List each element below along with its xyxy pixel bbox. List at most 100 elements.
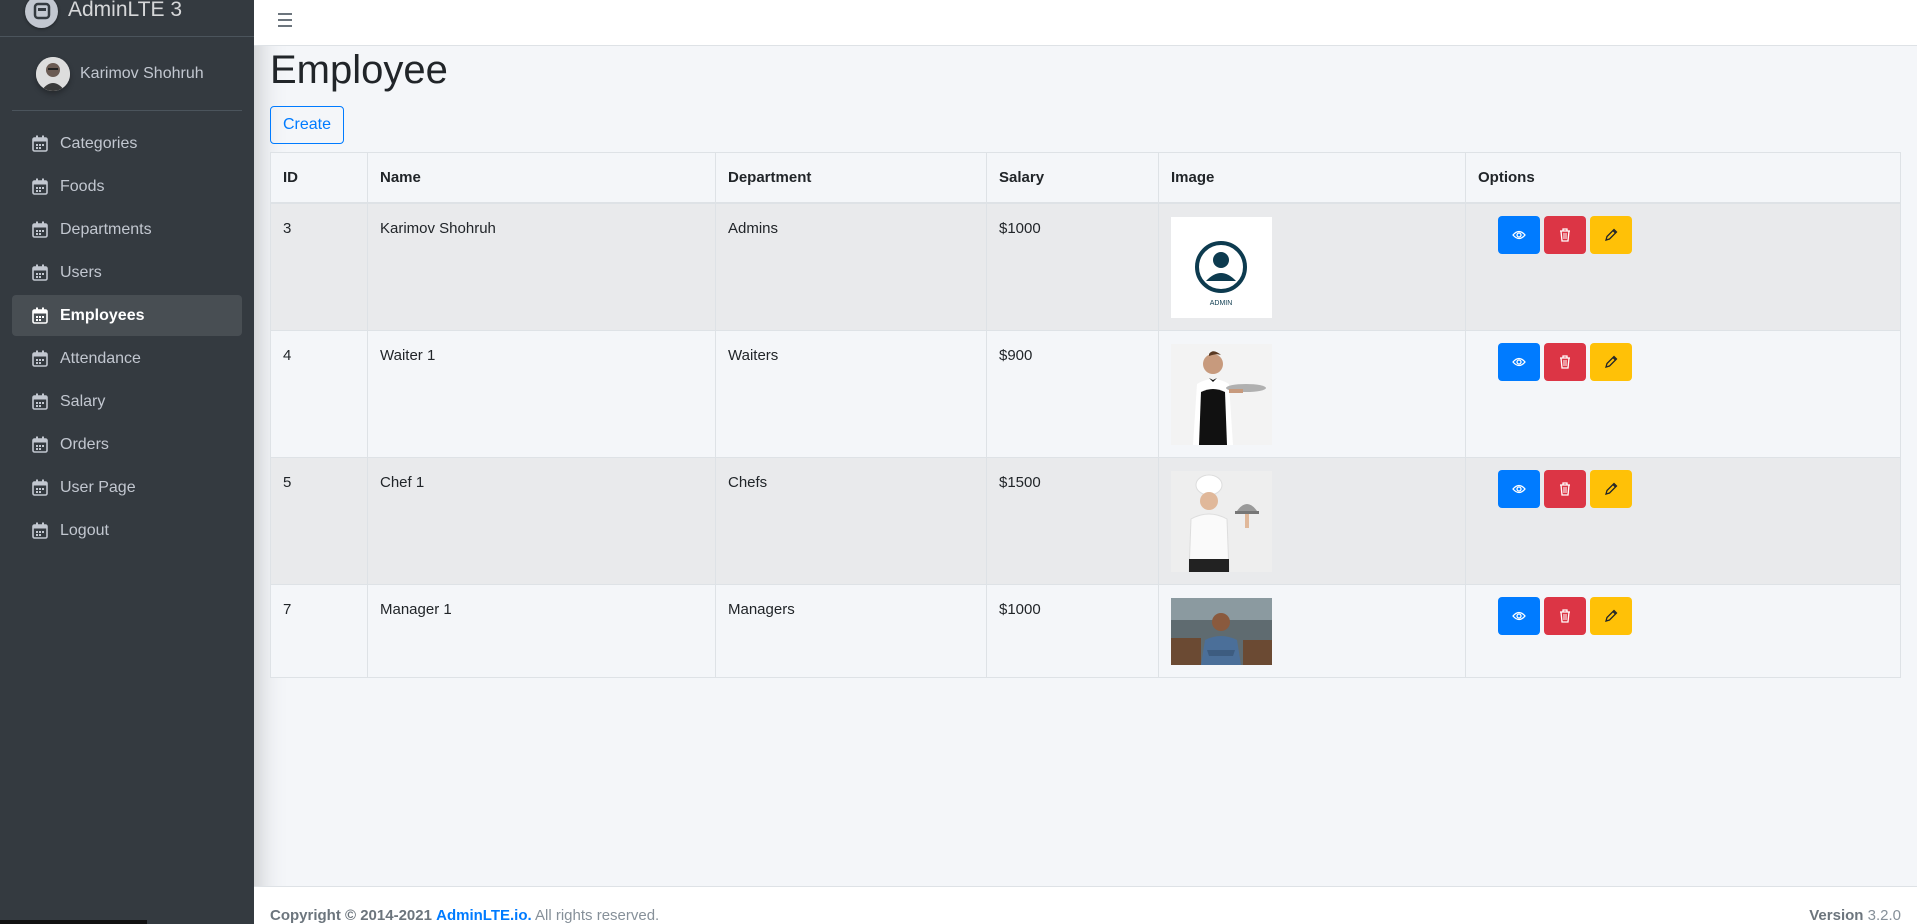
cell-id: 3 bbox=[270, 202, 368, 331]
table-row: 4 Waiter 1 Waiters $900 bbox=[270, 329, 1901, 458]
view-button[interactable] bbox=[1498, 469, 1540, 508]
eye-icon bbox=[1512, 484, 1526, 493]
chef-photo-image bbox=[1171, 470, 1272, 572]
sidebar-item-label: Users bbox=[60, 263, 102, 281]
cell-options bbox=[1465, 456, 1901, 585]
sidebar-item-label: Departments bbox=[60, 220, 152, 238]
version-label: Version bbox=[1809, 907, 1864, 924]
table-row: 5 Chef 1 Chefs $1500 bbox=[270, 456, 1901, 585]
rights-text: All rights reserved. bbox=[535, 907, 660, 924]
adminlte-link[interactable]: AdminLTE.io. bbox=[436, 907, 532, 924]
user-avatar bbox=[36, 56, 70, 91]
cell-image: ADMIN bbox=[1158, 202, 1466, 331]
brand-link[interactable]: AdminLTE 3 bbox=[0, 0, 254, 37]
sidebar-item-attendance[interactable]: Attendance bbox=[12, 338, 242, 379]
view-button[interactable] bbox=[1498, 215, 1540, 254]
cell-salary: $900 bbox=[986, 329, 1159, 458]
view-button[interactable] bbox=[1498, 596, 1540, 635]
top-navbar bbox=[254, 0, 1917, 46]
page-title: Employee bbox=[270, 48, 448, 92]
delete-button[interactable] bbox=[1544, 342, 1586, 381]
sidebar-scrollbar[interactable] bbox=[0, 920, 147, 924]
pencil-icon bbox=[1605, 482, 1618, 495]
sidebar-item-user-page[interactable]: User Page bbox=[12, 467, 242, 508]
cell-options bbox=[1465, 583, 1901, 678]
cell-image bbox=[1158, 456, 1466, 585]
sidebar-item-logout[interactable]: Logout bbox=[12, 510, 242, 551]
sidebar-item-departments[interactable]: Departments bbox=[12, 209, 242, 250]
sidebar: AdminLTE 3 Karimov Shohruh Categories Fo… bbox=[0, 0, 254, 924]
calendar-icon bbox=[32, 264, 48, 281]
edit-button[interactable] bbox=[1590, 215, 1632, 254]
sidebar-item-salary[interactable]: Salary bbox=[12, 381, 242, 422]
employee-table: ID Name Department Salary Image Options … bbox=[270, 152, 1901, 678]
table-row: 7 Manager 1 Managers $1000 bbox=[270, 583, 1901, 678]
trash-icon bbox=[1560, 227, 1570, 242]
cell-department: Managers bbox=[715, 583, 987, 678]
sidebar-nav: Categories Foods Departments Users Emplo… bbox=[0, 111, 254, 551]
create-button[interactable]: Create bbox=[270, 106, 345, 144]
table-row: 3 Karimov Shohruh Admins $1000 ADMIN bbox=[270, 202, 1901, 331]
sidebar-item-foods[interactable]: Foods bbox=[12, 166, 242, 207]
version-info: Version 3.2.0 bbox=[1809, 907, 1901, 924]
version-number: 3.2.0 bbox=[1867, 907, 1901, 924]
calendar-icon bbox=[32, 393, 48, 410]
admin-image-text: ADMIN bbox=[1210, 300, 1233, 307]
cell-id: 7 bbox=[270, 583, 368, 678]
view-button[interactable] bbox=[1498, 342, 1540, 381]
edit-button[interactable] bbox=[1590, 596, 1632, 635]
delete-button[interactable] bbox=[1544, 215, 1586, 254]
sidebar-item-label: Categories bbox=[60, 134, 138, 152]
calendar-icon bbox=[32, 436, 48, 453]
delete-button[interactable] bbox=[1544, 596, 1586, 635]
calendar-icon bbox=[32, 307, 48, 324]
manager-photo-image bbox=[1171, 597, 1272, 665]
sidebar-item-label: User Page bbox=[60, 478, 136, 496]
cell-department: Admins bbox=[715, 202, 987, 331]
cell-id: 5 bbox=[270, 456, 368, 585]
cell-name: Manager 1 bbox=[367, 583, 716, 678]
edit-button[interactable] bbox=[1590, 469, 1632, 508]
sidebar-item-label: Employees bbox=[60, 306, 145, 324]
cell-image bbox=[1158, 583, 1466, 678]
column-header-salary: Salary bbox=[986, 152, 1159, 204]
sidebar-item-employees[interactable]: Employees bbox=[12, 295, 242, 336]
calendar-icon bbox=[32, 221, 48, 238]
cell-name: Waiter 1 bbox=[367, 329, 716, 458]
cell-name: Chef 1 bbox=[367, 456, 716, 585]
calendar-icon bbox=[32, 479, 48, 496]
brand-title: AdminLTE 3 bbox=[68, 0, 182, 21]
sidebar-item-users[interactable]: Users bbox=[12, 252, 242, 293]
cell-options bbox=[1465, 329, 1901, 458]
sidebar-item-label: Salary bbox=[60, 392, 106, 410]
copyright-text: Copyright © 2014-2021 bbox=[270, 907, 432, 924]
cell-image bbox=[1158, 329, 1466, 458]
delete-button[interactable] bbox=[1544, 469, 1586, 508]
user-name: Karimov Shohruh bbox=[80, 64, 204, 82]
calendar-icon bbox=[32, 135, 48, 152]
cell-name: Karimov Shohruh bbox=[367, 202, 716, 331]
cell-salary: $1000 bbox=[986, 583, 1159, 678]
pencil-icon bbox=[1605, 609, 1618, 622]
sidebar-item-orders[interactable]: Orders bbox=[12, 424, 242, 465]
cell-department: Chefs bbox=[715, 456, 987, 585]
cell-department: Waiters bbox=[715, 329, 987, 458]
trash-icon bbox=[1560, 354, 1570, 369]
calendar-icon bbox=[32, 178, 48, 195]
sidebar-item-label: Foods bbox=[60, 177, 105, 195]
column-header-image: Image bbox=[1158, 152, 1466, 204]
eye-icon bbox=[1512, 230, 1526, 239]
pencil-icon bbox=[1605, 228, 1618, 241]
footer: Copyright © 2014-2021 AdminLTE.io. All r… bbox=[254, 886, 1917, 924]
column-header-options: Options bbox=[1465, 152, 1901, 204]
sidebar-item-label: Attendance bbox=[60, 349, 141, 367]
brand-logo-icon bbox=[25, 0, 58, 28]
eye-icon bbox=[1512, 611, 1526, 620]
sidebar-item-categories[interactable]: Categories bbox=[12, 123, 242, 164]
cell-salary: $1000 bbox=[986, 202, 1159, 331]
table-header-row: ID Name Department Salary Image Options bbox=[270, 152, 1901, 204]
edit-button[interactable] bbox=[1590, 342, 1632, 381]
column-header-department: Department bbox=[715, 152, 987, 204]
menu-toggle-icon[interactable] bbox=[278, 10, 300, 30]
user-panel[interactable]: Karimov Shohruh bbox=[12, 37, 242, 111]
